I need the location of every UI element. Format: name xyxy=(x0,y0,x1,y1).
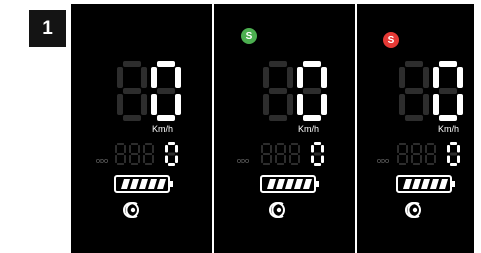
display-panel-3: S Km/h ODO xyxy=(357,4,474,253)
assist-mode-icon xyxy=(405,202,421,218)
odometer-digit-dim xyxy=(411,143,422,165)
speed-units-digit xyxy=(433,61,463,121)
odometer-digit-dim xyxy=(289,143,300,165)
assist-mode-icon xyxy=(123,202,139,218)
status-indicator: S xyxy=(241,28,257,44)
odometer-label: ODO xyxy=(96,159,109,165)
step-number-badge: 1 xyxy=(29,10,66,47)
speed-tens-digit xyxy=(117,61,147,121)
odometer-label: ODO xyxy=(377,159,390,165)
odometer-digit-dim xyxy=(397,143,408,165)
lcd-graphic xyxy=(114,61,181,218)
lcd-graphic xyxy=(260,61,327,218)
battery-icon xyxy=(114,175,173,193)
speed-units-digit xyxy=(151,61,181,121)
speed-unit: Km/h xyxy=(298,124,320,134)
odometer-digit xyxy=(447,142,460,166)
speed-tens-digit xyxy=(399,61,429,121)
odometer-digit xyxy=(165,142,178,166)
display-panel-1: Km/h ODO xyxy=(71,4,212,253)
battery-icon xyxy=(260,175,319,193)
odometer-digit-dim xyxy=(275,143,286,165)
odometer-label: ODO xyxy=(237,159,250,165)
odometer-digit-dim xyxy=(129,143,140,165)
battery-icon xyxy=(396,175,455,193)
speed-unit: Km/h xyxy=(152,124,174,134)
odometer-digit-dim xyxy=(143,143,154,165)
odometer-digit xyxy=(311,142,324,166)
assist-mode-icon xyxy=(269,202,285,218)
odometer-digit-dim xyxy=(115,143,126,165)
speed-units-digit xyxy=(297,61,327,121)
speed-tens-digit xyxy=(263,61,293,121)
odometer-digit-dim xyxy=(425,143,436,165)
status-indicator: S xyxy=(383,32,399,48)
speed-unit: Km/h xyxy=(438,124,460,134)
odometer-digit-dim xyxy=(261,143,272,165)
display-panel-2: S Km/h ODO xyxy=(214,4,355,253)
